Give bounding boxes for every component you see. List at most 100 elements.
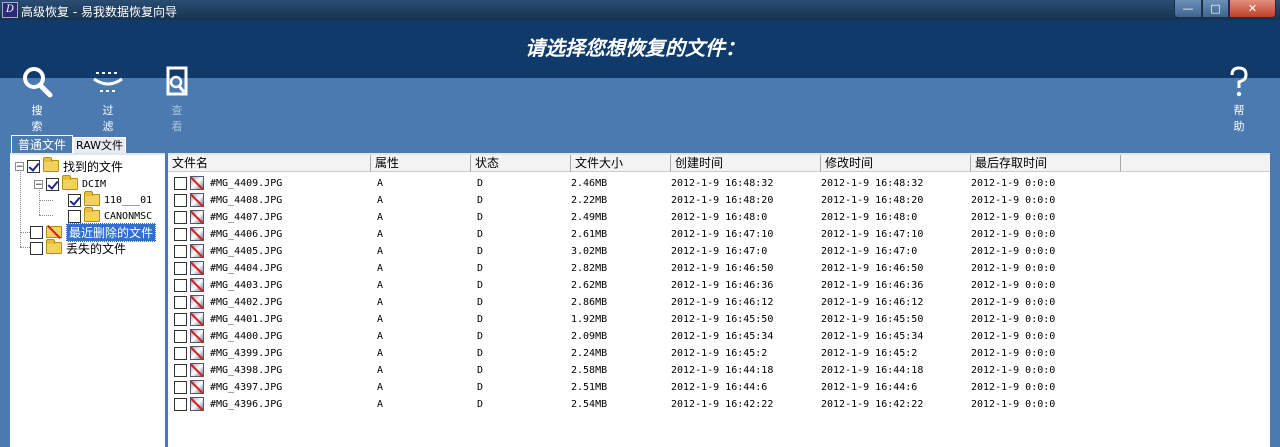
tree-node-label: 丢失的文件 — [66, 241, 127, 256]
file-name: #MG_4398.JPG — [210, 365, 283, 376]
tree-node-recent-deleted[interactable]: 最近删除的文件 — [30, 222, 157, 242]
table-row[interactable]: #MG_4400.JPG A D 2.09MB 2012-1-9 16:45:34 201… — [168, 328, 1270, 345]
collapse-icon[interactable]: − — [15, 161, 24, 171]
file-list[interactable]: 文件名 属性 状态 文件大小 创建时间 修改时间 最后存取时间 #MG_4409… — [168, 153, 1270, 447]
deleted-image-file-icon — [190, 329, 204, 343]
row-checkbox[interactable] — [174, 262, 187, 275]
filter-button[interactable]: 过 滤 — [85, 64, 131, 134]
column-header-size[interactable]: 文件大小 — [571, 155, 671, 172]
row-checkbox[interactable] — [174, 194, 187, 207]
tree-node-dcim[interactable]: − DCIM — [34, 175, 106, 192]
row-checkbox[interactable] — [174, 228, 187, 241]
search-icon — [14, 64, 60, 100]
file-modified: 2012-1-9 16:47:10 — [821, 229, 924, 240]
page-heading: 请选择您想恢复的文件： — [525, 36, 745, 60]
table-row[interactable]: #MG_4398.JPG A D 2.58MB 2012-1-9 16:44:18 201… — [168, 362, 1270, 379]
checkbox[interactable] — [30, 225, 43, 239]
file-size: 2.22MB — [571, 195, 608, 206]
tree-node-label: CANONMSC — [104, 210, 153, 222]
checkbox[interactable] — [46, 177, 59, 191]
tree-node-found[interactable]: − 找到的文件 — [15, 157, 124, 174]
row-checkbox[interactable] — [174, 245, 187, 258]
file-name: #MG_4406.JPG — [210, 229, 283, 240]
tree-line — [20, 167, 21, 247]
file-attr: A — [377, 212, 384, 223]
file-attr: A — [377, 314, 384, 325]
maximize-button[interactable]: □ — [1202, 0, 1229, 18]
file-modified: 2012-1-9 16:42:22 — [821, 399, 924, 410]
row-checkbox[interactable] — [174, 279, 187, 292]
tree-node-label: 找到的文件 — [63, 159, 124, 174]
file-accessed: 2012-1-9 0:0:0 — [971, 263, 1056, 274]
row-checkbox[interactable] — [174, 381, 187, 394]
file-size: 2.09MB — [571, 331, 608, 342]
table-row[interactable]: #MG_4408.JPG A D 2.22MB 2012-1-9 16:48:20 201… — [168, 192, 1270, 209]
file-accessed: 2012-1-9 0:0:0 — [971, 314, 1056, 325]
checkbox[interactable] — [30, 241, 43, 255]
row-checkbox[interactable] — [174, 364, 187, 377]
help-button[interactable]: 帮 助 — [1216, 64, 1262, 134]
file-name: #MG_4403.JPG — [210, 280, 283, 291]
file-created: 2012-1-9 16:47:10 — [671, 229, 774, 240]
file-attr: A — [377, 263, 384, 274]
deleted-image-file-icon — [190, 210, 204, 224]
checkbox[interactable] — [68, 209, 81, 223]
table-row[interactable]: #MG_4404.JPG A D 2.82MB 2012-1-9 16:46:50 201… — [168, 260, 1270, 277]
column-header-created[interactable]: 创建时间 — [671, 155, 821, 172]
table-row[interactable]: #MG_4397.JPG A D 2.51MB 2012-1-9 16:44:6 2012… — [168, 379, 1270, 396]
column-header-accessed[interactable]: 最后存取时间 — [971, 155, 1121, 172]
column-header-name[interactable]: 文件名 — [168, 155, 371, 172]
minimize-button[interactable]: — — [1174, 0, 1202, 18]
deleted-image-file-icon — [190, 312, 204, 326]
file-size: 2.61MB — [571, 229, 608, 240]
checkbox[interactable] — [27, 159, 40, 173]
row-checkbox[interactable] — [174, 330, 187, 343]
file-created: 2012-1-9 16:44:18 — [671, 365, 774, 376]
table-row[interactable]: #MG_4401.JPG A D 1.92MB 2012-1-9 16:45:50 201… — [168, 311, 1270, 328]
folder-tree[interactable]: − 找到的文件 − DCIM 110___01 CANONMSC 最近删除的文件… — [10, 153, 165, 447]
folder-icon — [84, 207, 100, 222]
table-row[interactable]: #MG_4409.JPG A D 2.46MB 2012-1-9 16:48:32 201… — [168, 175, 1270, 192]
file-status: D — [477, 229, 484, 240]
file-name: #MG_4400.JPG — [210, 331, 283, 342]
file-modified: 2012-1-9 16:47:0 — [821, 246, 918, 257]
file-size: 2.49MB — [571, 212, 608, 223]
checkbox[interactable] — [68, 193, 81, 207]
row-checkbox[interactable] — [174, 296, 187, 309]
file-attr: A — [377, 348, 384, 359]
table-row[interactable]: #MG_4405.JPG A D 3.02MB 2012-1-9 16:47:0 2012… — [168, 243, 1270, 260]
folder-icon — [46, 239, 62, 254]
collapse-icon[interactable]: − — [34, 179, 43, 189]
file-attr: A — [377, 297, 384, 308]
row-checkbox[interactable] — [174, 177, 187, 190]
tab-raw-files[interactable]: RAW文件 — [73, 137, 126, 154]
view-button[interactable]: 查 看 — [154, 64, 200, 134]
tree-node-lost[interactable]: 丢失的文件 — [30, 239, 127, 256]
table-row[interactable]: #MG_4403.JPG A D 2.62MB 2012-1-9 16:46:36 201… — [168, 277, 1270, 294]
file-status: D — [477, 314, 484, 325]
table-row[interactable]: #MG_4406.JPG A D 2.61MB 2012-1-9 16:47:10 201… — [168, 226, 1270, 243]
file-accessed: 2012-1-9 0:0:0 — [971, 348, 1056, 359]
filter-icon — [85, 64, 131, 100]
file-size: 3.02MB — [571, 246, 608, 257]
column-header-modified[interactable]: 修改时间 — [821, 155, 971, 172]
tab-normal-files[interactable]: 普通文件 — [11, 135, 73, 154]
column-header-attr[interactable]: 属性 — [371, 155, 471, 172]
row-checkbox[interactable] — [174, 313, 187, 326]
row-checkbox[interactable] — [174, 347, 187, 360]
file-size: 2.24MB — [571, 348, 608, 359]
table-row[interactable]: #MG_4399.JPG A D 2.24MB 2012-1-9 16:45:2 2012… — [168, 345, 1270, 362]
table-row[interactable]: #MG_4407.JPG A D 2.49MB 2012-1-9 16:48:0 2012… — [168, 209, 1270, 226]
file-modified: 2012-1-9 16:45:50 — [821, 314, 924, 325]
row-checkbox[interactable] — [174, 398, 187, 411]
close-button[interactable]: ✕ — [1229, 0, 1276, 18]
column-header-status[interactable]: 状态 — [471, 155, 571, 172]
search-button[interactable]: 搜 索 — [14, 64, 60, 134]
table-row[interactable]: #MG_4396.JPG A D 2.54MB 2012-1-9 16:42:22 201… — [168, 396, 1270, 413]
title-bar[interactable]: D 高级恢复 - 易我数据恢复向导 — □ ✕ — [0, 0, 1280, 20]
file-size: 2.46MB — [571, 178, 608, 189]
tree-node-110-01[interactable]: 110___01 — [68, 191, 152, 208]
row-checkbox[interactable] — [174, 211, 187, 224]
file-status: D — [477, 280, 484, 291]
table-row[interactable]: #MG_4402.JPG A D 2.86MB 2012-1-9 16:46:12 201… — [168, 294, 1270, 311]
